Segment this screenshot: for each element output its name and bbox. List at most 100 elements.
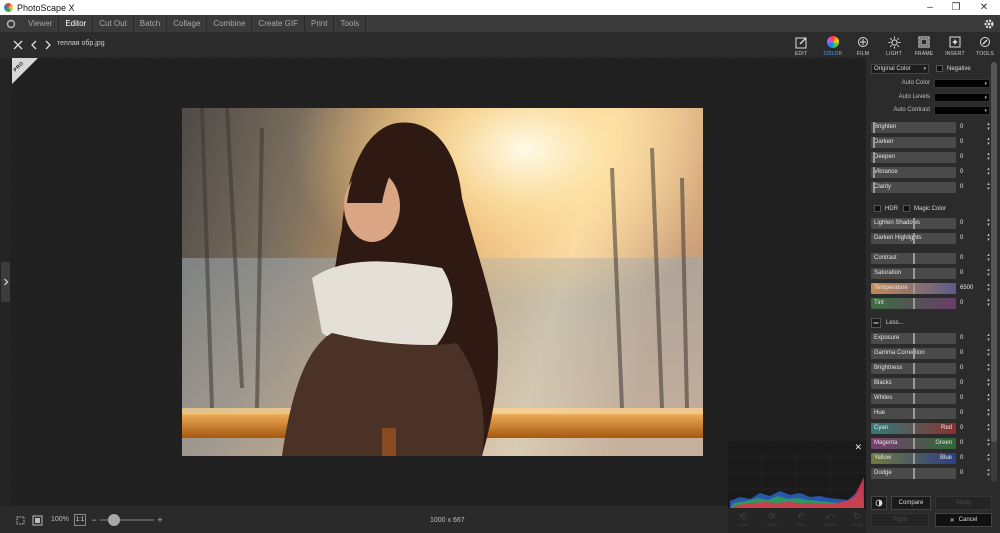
slider-clarity[interactable]: Clarity: [871, 182, 956, 193]
slider-yellow[interactable]: Yellow Blue: [871, 453, 956, 464]
redo-button[interactable]: ⟳ Redo: [759, 510, 785, 532]
auto-contrast-dropdown[interactable]: ▾: [934, 106, 990, 115]
slider-handle[interactable]: [913, 333, 915, 344]
revert-button[interactable]: ⤺ Revert: [817, 510, 843, 532]
spinner-arrows-icon[interactable]: ▴ ▾: [985, 122, 992, 133]
next-file-button[interactable]: [42, 38, 54, 51]
slider-handle[interactable]: [913, 218, 915, 229]
slider-dodge[interactable]: Dodge: [871, 468, 956, 479]
slider-handle[interactable]: [913, 298, 915, 309]
menu-tools[interactable]: Tools: [334, 15, 367, 32]
slider-handle[interactable]: [873, 152, 875, 163]
spinner-arrows-icon[interactable]: ▴ ▾: [985, 268, 992, 279]
slider-handle[interactable]: [913, 393, 915, 404]
hdr-checkbox[interactable]: [874, 205, 881, 212]
toggle-original-button[interactable]: [871, 496, 887, 510]
slider-deepen[interactable]: Deepen: [871, 152, 956, 163]
slider-handle[interactable]: [913, 363, 915, 374]
slider-gamma-correction[interactable]: Gamma Correction: [871, 348, 956, 359]
tab-light[interactable]: LIGHT: [879, 33, 909, 57]
slider-hue[interactable]: Hue: [871, 408, 956, 419]
slider-value[interactable]: 0: [960, 268, 984, 279]
menu-combine[interactable]: Combine: [207, 15, 253, 32]
histogram-close-button[interactable]: ✕: [854, 442, 862, 453]
menu-viewer[interactable]: Viewer: [22, 15, 60, 32]
auto-levels-dropdown[interactable]: ▾: [934, 93, 990, 102]
less-toggle-button[interactable]: [871, 318, 881, 328]
maximize-button[interactable]: ❐: [942, 0, 970, 15]
spinner-arrows-icon[interactable]: ▴ ▾: [985, 423, 992, 434]
zoom-out-button[interactable]: −: [90, 514, 98, 526]
spinner-arrows-icon[interactable]: ▴ ▾: [985, 468, 992, 479]
slider-value[interactable]: 0: [960, 233, 984, 244]
slider-handle[interactable]: [913, 283, 915, 294]
menu-editor[interactable]: Editor: [59, 15, 94, 32]
spinner-arrows-icon[interactable]: ▴ ▾: [985, 333, 992, 344]
fit-screen-button[interactable]: [31, 514, 43, 526]
menu-print[interactable]: Print: [305, 15, 335, 32]
settings-gear-button[interactable]: [981, 16, 996, 31]
slider-lighten-shadows[interactable]: Lighten Shadows: [871, 218, 956, 229]
negative-checkbox[interactable]: [936, 65, 943, 72]
tab-tools[interactable]: TOOLS: [970, 33, 1000, 57]
tab-frame[interactable]: FRAME: [909, 33, 939, 57]
slider-handle[interactable]: [913, 253, 915, 264]
slider-darken[interactable]: Darken: [871, 137, 956, 148]
slider-magenta[interactable]: Magenta Green: [871, 438, 956, 449]
spinner-arrows-icon[interactable]: ▴ ▾: [985, 408, 992, 419]
slider-brightness[interactable]: Brightness: [871, 363, 956, 374]
cancel-button[interactable]: ✕ Cancel: [935, 513, 992, 527]
expand-sidebar-button[interactable]: [1, 262, 10, 302]
compare-button[interactable]: Compare: [891, 496, 931, 510]
menu-batch[interactable]: Batch: [134, 15, 168, 32]
slider-handle[interactable]: [913, 453, 915, 464]
save-history-button[interactable]: ↶ Save: [788, 510, 814, 532]
slider-handle[interactable]: [873, 122, 875, 133]
slider-value[interactable]: 0: [960, 152, 984, 163]
spinner-arrows-icon[interactable]: ▴ ▾: [985, 253, 992, 264]
slider-value[interactable]: 0: [960, 167, 984, 178]
slider-temperature[interactable]: Temperature: [871, 283, 956, 294]
photo-image[interactable]: [182, 108, 703, 456]
slider-handle[interactable]: [873, 137, 875, 148]
slider-saturation[interactable]: Saturation: [871, 268, 956, 279]
slider-value[interactable]: 0: [960, 182, 984, 193]
slider-handle[interactable]: [913, 348, 915, 359]
slider-handle[interactable]: [913, 233, 915, 244]
spinner-arrows-icon[interactable]: ▴ ▾: [985, 298, 992, 309]
slider-value[interactable]: 0: [960, 453, 984, 464]
previous-file-button[interactable]: [28, 38, 40, 51]
actual-size-button[interactable]: 1:1: [74, 514, 86, 526]
close-file-button[interactable]: [12, 38, 24, 51]
undo-button[interactable]: ⟲ Undo: [730, 510, 756, 532]
spinner-arrows-icon[interactable]: ▴ ▾: [985, 438, 992, 449]
slider-tint[interactable]: Tint: [871, 298, 956, 309]
slider-value[interactable]: 0: [960, 298, 984, 309]
slider-value[interactable]: 0: [960, 363, 984, 374]
slider-value[interactable]: 0: [960, 468, 984, 479]
slider-blacks[interactable]: Blacks: [871, 378, 956, 389]
slider-handle[interactable]: [913, 378, 915, 389]
minimize-button[interactable]: –: [916, 0, 944, 15]
slider-handle[interactable]: [873, 167, 875, 178]
slider-vibrance[interactable]: Vibrance: [871, 167, 956, 178]
spinner-arrows-icon[interactable]: ▴ ▾: [985, 218, 992, 229]
slider-value[interactable]: 0: [960, 438, 984, 449]
menu-cutout[interactable]: Cut Out: [93, 15, 134, 32]
slider-darken-highlights[interactable]: Darken Highlights: [871, 233, 956, 244]
slider-handle[interactable]: [913, 408, 915, 419]
zoom-in-button[interactable]: +: [156, 514, 164, 526]
menu-create-gif[interactable]: Create GIF: [252, 15, 305, 32]
menu-collage[interactable]: Collage: [167, 15, 208, 32]
slider-value[interactable]: 0: [960, 333, 984, 344]
spinner-arrows-icon[interactable]: ▴ ▾: [985, 283, 992, 294]
slider-value[interactable]: 0: [960, 122, 984, 133]
right-button[interactable]: Right: [871, 513, 929, 527]
slider-value[interactable]: 0: [960, 253, 984, 264]
spinner-arrows-icon[interactable]: ▴ ▾: [985, 152, 992, 163]
slider-value[interactable]: 0: [960, 393, 984, 404]
crop-view-button[interactable]: [14, 514, 26, 526]
slider-brighten[interactable]: Brighten: [871, 122, 956, 133]
close-window-button[interactable]: ✕: [970, 0, 998, 15]
color-preset-dropdown[interactable]: Original Color ▾: [871, 64, 929, 74]
